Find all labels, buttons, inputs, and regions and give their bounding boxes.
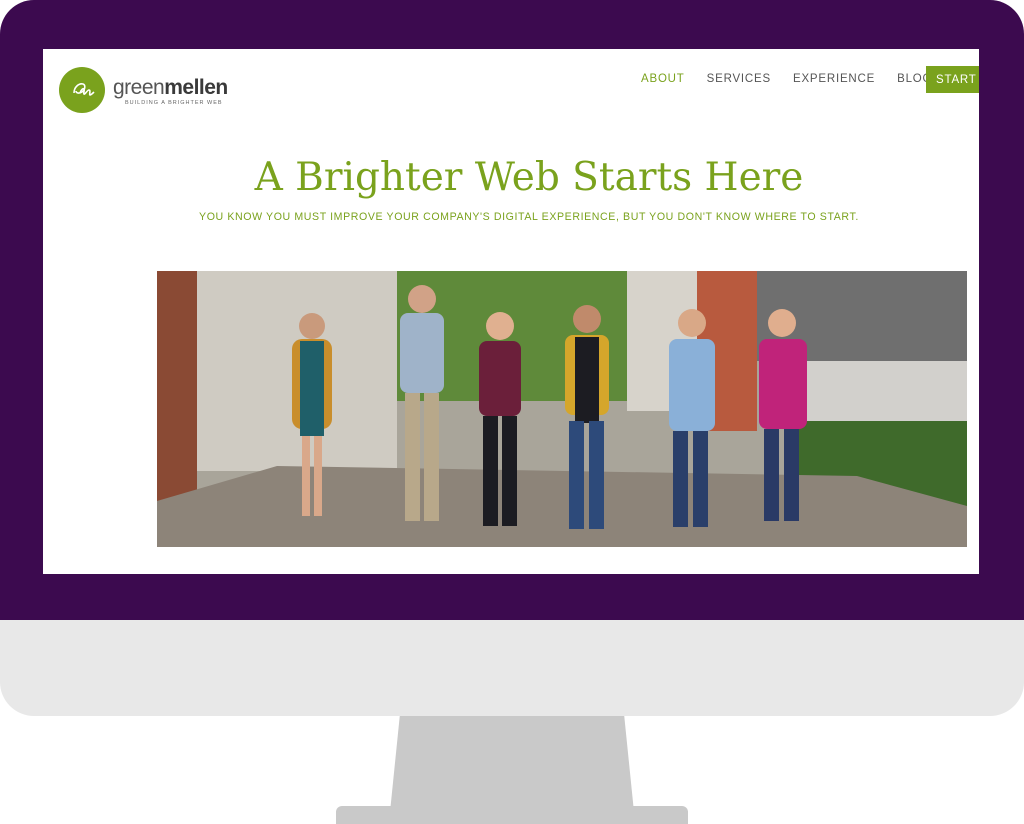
team-photo-illustration: [157, 271, 967, 547]
monitor-stand-foot: [336, 806, 688, 824]
brand-name-bold: mellen: [164, 76, 228, 99]
start-project-button[interactable]: START Y: [926, 66, 979, 93]
hero-subtitle: YOU KNOW YOU MUST IMPROVE YOUR COMPANY'S…: [199, 211, 859, 223]
monitor-stand-neck: [390, 716, 634, 812]
monitor-chin: [0, 620, 1024, 716]
team-photo: [157, 271, 967, 547]
nav-item-services[interactable]: SERVICES: [707, 73, 771, 85]
site-header: greenmellen BUILDING A BRIGHTER WEB ABOU…: [43, 49, 979, 113]
brick-wall: [157, 271, 197, 511]
nav-item-experience[interactable]: EXPERIENCE: [793, 73, 875, 85]
gm-monogram-glyph: [73, 83, 95, 96]
gm-monogram-icon[interactable]: [59, 67, 105, 113]
brand-wordmark[interactable]: greenmellen: [113, 77, 228, 98]
main-nav: ABOUT SERVICES EXPERIENCE BLOG: [641, 73, 954, 85]
brand-tagline: BUILDING A BRIGHTER WEB: [125, 100, 223, 106]
brand-name-light: green: [113, 76, 165, 99]
website-screen: greenmellen BUILDING A BRIGHTER WEB ABOU…: [43, 49, 979, 574]
nav-item-about[interactable]: ABOUT: [641, 73, 685, 85]
sidewalk: [157, 466, 967, 547]
hero-title: A Brighter Web Starts Here: [254, 155, 804, 200]
